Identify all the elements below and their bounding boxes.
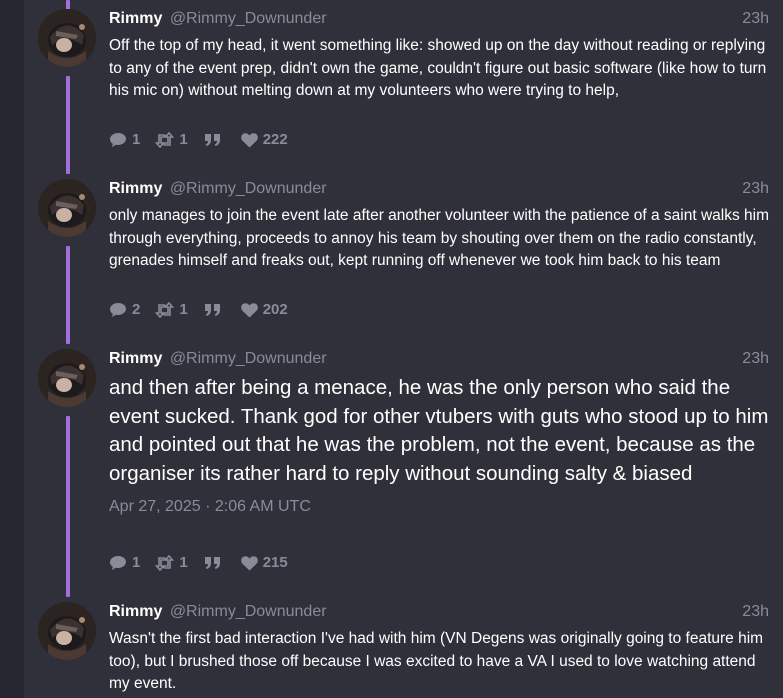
tweet-content: Rimmy @Rimmy_Downunder 23h only manages … bbox=[109, 179, 769, 273]
like-count: 222 bbox=[262, 131, 288, 148]
like-stat[interactable]: 202 bbox=[240, 300, 288, 320]
retweet-icon bbox=[155, 302, 175, 318]
retweet-stat[interactable]: 1 bbox=[155, 300, 188, 320]
heart-icon bbox=[240, 302, 258, 317]
like-stat[interactable]: 215 bbox=[240, 553, 288, 573]
avatar[interactable] bbox=[38, 179, 96, 237]
heart-icon bbox=[240, 132, 258, 147]
quote-stat[interactable] bbox=[203, 302, 226, 318]
comment-icon bbox=[110, 556, 126, 570]
retweet-count: 1 bbox=[179, 554, 188, 571]
tweet-header: Rimmy @Rimmy_Downunder 23h bbox=[109, 9, 769, 29]
reply-stat[interactable]: 1 bbox=[109, 553, 140, 573]
tweet-stats: 1 1 222 bbox=[109, 130, 303, 150]
fullname[interactable]: Rimmy bbox=[109, 180, 162, 197]
tweet-header: Rimmy @Rimmy_Downunder 23h bbox=[109, 349, 769, 369]
tweet-stats: 1 1 215 bbox=[109, 553, 303, 573]
like-stat[interactable]: 222 bbox=[240, 130, 288, 150]
tweet-text: only manages to join the event late afte… bbox=[109, 207, 769, 269]
tweet-content: Rimmy @Rimmy_Downunder 23h and then afte… bbox=[109, 349, 769, 517]
quote-stat[interactable] bbox=[203, 132, 226, 148]
retweet-count: 1 bbox=[179, 131, 188, 148]
quote-stat[interactable] bbox=[203, 555, 226, 571]
tweet-header: Rimmy @Rimmy_Downunder 23h bbox=[109, 602, 769, 622]
reply-count: 1 bbox=[132, 131, 141, 148]
comment-icon bbox=[110, 133, 126, 147]
quote-icon bbox=[204, 557, 220, 569]
tweet[interactable]: Rimmy @Rimmy_Downunder 23h Wasn't the fi… bbox=[38, 602, 769, 698]
tweet-content: Rimmy @Rimmy_Downunder 23h Wasn't the fi… bbox=[109, 602, 769, 696]
username[interactable]: @Rimmy_Downunder bbox=[170, 350, 327, 367]
fullname[interactable]: Rimmy bbox=[109, 603, 162, 620]
username[interactable]: @Rimmy_Downunder bbox=[170, 180, 327, 197]
tweet-text: Wasn't the first bad interaction I've ha… bbox=[109, 630, 764, 692]
fullname[interactable]: Rimmy bbox=[109, 350, 162, 367]
quote-icon bbox=[204, 134, 220, 146]
reply-count: 1 bbox=[132, 554, 141, 571]
avatar[interactable] bbox=[38, 9, 96, 67]
tweet[interactable]: Rimmy @Rimmy_Downunder 23h Off the top o… bbox=[38, 9, 769, 159]
main-tweet[interactable]: Rimmy @Rimmy_Downunder 23h and then afte… bbox=[38, 349, 769, 579]
retweet-stat[interactable]: 1 bbox=[155, 130, 188, 150]
tweet-text: Off the top of my head, it went somethin… bbox=[109, 37, 767, 99]
retweet-icon bbox=[155, 555, 175, 571]
tweet-text: and then after being a menace, he was th… bbox=[109, 376, 769, 486]
tweet-published-date[interactable]: Apr 27, 2025 · 2:06 AM UTC bbox=[109, 497, 769, 517]
like-count: 215 bbox=[262, 554, 288, 571]
tweet-content: Rimmy @Rimmy_Downunder 23h Off the top o… bbox=[109, 9, 769, 103]
reply-stat[interactable]: 2 bbox=[109, 300, 140, 320]
reply-count: 2 bbox=[132, 301, 141, 318]
retweet-stat[interactable]: 1 bbox=[155, 553, 188, 573]
quote-icon bbox=[204, 304, 220, 316]
retweet-icon bbox=[155, 132, 175, 148]
tweet-date[interactable]: 23h bbox=[742, 179, 769, 199]
page: Rimmy @Rimmy_Downunder 23h Off the top o… bbox=[0, 0, 783, 698]
tweet-header: Rimmy @Rimmy_Downunder 23h bbox=[109, 179, 769, 199]
fullname[interactable]: Rimmy bbox=[109, 10, 162, 27]
like-count: 202 bbox=[262, 301, 288, 318]
avatar[interactable] bbox=[38, 602, 96, 660]
avatar[interactable] bbox=[38, 349, 96, 407]
username[interactable]: @Rimmy_Downunder bbox=[170, 603, 327, 620]
reply-stat[interactable]: 1 bbox=[109, 130, 140, 150]
username[interactable]: @Rimmy_Downunder bbox=[170, 10, 327, 27]
tweet-date[interactable]: 23h bbox=[742, 9, 769, 29]
tweet[interactable]: Rimmy @Rimmy_Downunder 23h only manages … bbox=[38, 179, 769, 329]
comment-icon bbox=[110, 303, 126, 317]
heart-icon bbox=[240, 555, 258, 570]
tweet-stats: 2 1 202 bbox=[109, 300, 303, 320]
conversation-thread: Rimmy @Rimmy_Downunder 23h Off the top o… bbox=[24, 0, 783, 698]
tweet-date[interactable]: 23h bbox=[742, 602, 769, 622]
retweet-count: 1 bbox=[179, 301, 188, 318]
tweet-date[interactable]: 23h bbox=[742, 349, 769, 369]
